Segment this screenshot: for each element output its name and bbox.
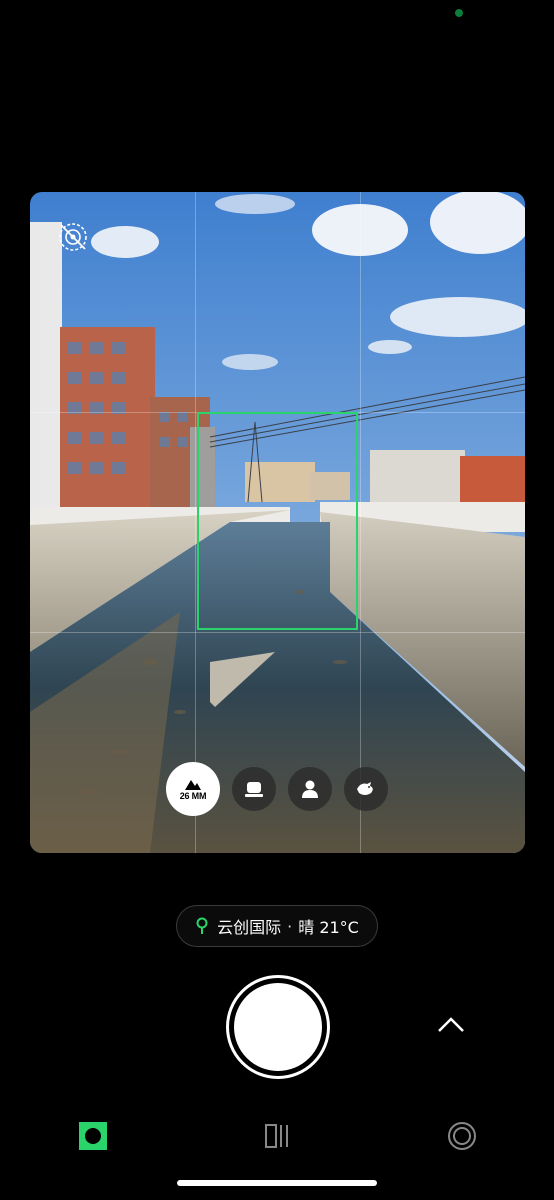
lens-animal-button[interactable] — [344, 767, 388, 811]
lens-focal-length: 26 MM — [179, 790, 207, 801]
camera-viewfinder[interactable]: 26 MM — [30, 192, 525, 853]
location-separator: · — [287, 916, 293, 936]
lens-portrait-button[interactable] — [288, 767, 332, 811]
lens-landscape-button[interactable]: 26 MM — [166, 762, 220, 816]
shutter-button[interactable] — [226, 975, 330, 1079]
location-name: 云创国际 — [217, 918, 282, 937]
shutter-inner — [234, 983, 322, 1071]
gallery-mode-icon[interactable] — [261, 1120, 293, 1152]
scene-mode-selector: 26 MM — [166, 762, 396, 816]
person-icon — [302, 780, 318, 798]
food-icon — [245, 782, 263, 797]
lens-food-button[interactable] — [232, 767, 276, 811]
weather-text: 晴 21°C — [298, 918, 359, 937]
mountain-icon — [185, 779, 201, 790]
photo-mode-icon[interactable] — [77, 1120, 109, 1152]
bird-icon — [357, 782, 373, 795]
home-indicator[interactable] — [177, 1180, 377, 1186]
camera-indicator-dot — [455, 9, 463, 17]
lens-mode-icon[interactable] — [446, 1120, 478, 1152]
chevron-up-icon[interactable] — [436, 1014, 466, 1034]
location-weather-pill[interactable]: 云创国际 · 晴 21°C — [176, 905, 378, 947]
grid-line-horizontal-2 — [30, 632, 525, 633]
grid-line-vertical-1 — [195, 192, 196, 853]
location-pin-icon — [196, 917, 208, 934]
ai-off-icon[interactable] — [57, 221, 89, 253]
focus-frame — [197, 412, 358, 630]
grid-line-vertical-2 — [360, 192, 361, 853]
